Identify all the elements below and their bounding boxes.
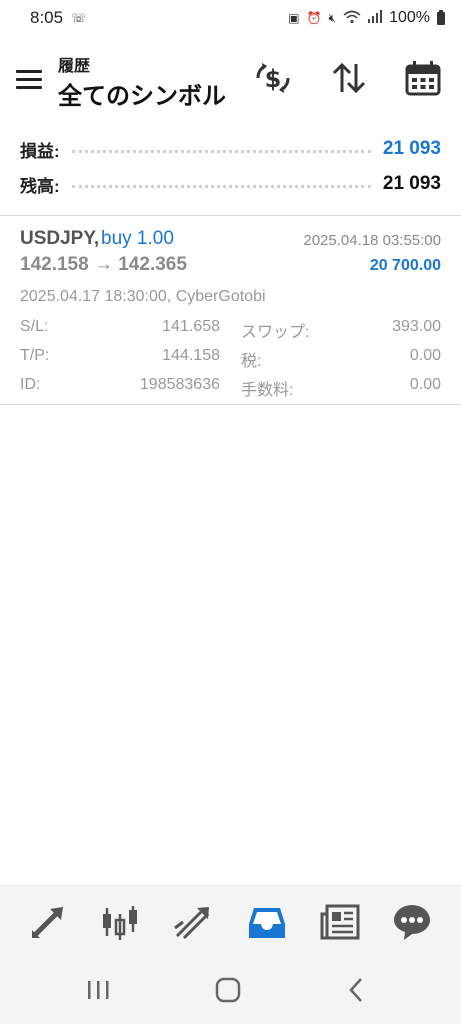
id-label: ID: bbox=[20, 376, 41, 393]
status-bar: 8:05 ☏ ▣ ⏰ 🔇︎ 100% bbox=[0, 0, 461, 36]
profit-label: 損益: bbox=[20, 141, 60, 161]
balance-value: 21 093 bbox=[382, 173, 441, 194]
app-header: 履歴 全てのシンボル $ bbox=[0, 36, 461, 126]
balance-row: 残高: 21 093 bbox=[20, 169, 441, 199]
wifi-call-icon: ☏ bbox=[71, 11, 87, 25]
sl-label: S/L: bbox=[20, 318, 49, 335]
divider bbox=[0, 404, 461, 405]
trade-history-item[interactable]: USDJPY, buy 1.00 2025.04.18 03:55:00 142… bbox=[0, 216, 461, 404]
header-subtitle: 履歴 bbox=[58, 58, 91, 75]
swap-value: 393.00 bbox=[392, 318, 441, 335]
tax-label: 税: bbox=[241, 353, 262, 370]
back-button[interactable] bbox=[337, 973, 377, 1007]
tp-value: 144.158 bbox=[162, 347, 220, 364]
trade-type: buy 1.00 bbox=[101, 228, 174, 249]
quotes-arrows-icon bbox=[32, 907, 63, 938]
status-icons: ▣ ⏰ 🔇︎ 100% bbox=[288, 9, 445, 27]
fee-value: 0.00 bbox=[409, 376, 441, 393]
news-icon bbox=[320, 904, 360, 940]
recent-apps-button[interactable] bbox=[78, 973, 118, 1007]
balance-label: 残高: bbox=[20, 176, 60, 196]
currency-exchange-icon[interactable]: $ bbox=[253, 58, 293, 98]
symbol-filter-title[interactable]: 全てのシンボル bbox=[58, 76, 226, 111]
chat-icon bbox=[394, 905, 430, 940]
tp-label: T/P: bbox=[20, 347, 50, 364]
svg-text:$: $ bbox=[265, 65, 282, 93]
trade-close-time: 2025.04.18 03:55:00 bbox=[303, 232, 441, 249]
calendar-icon[interactable] bbox=[403, 58, 443, 98]
history-inbox-icon bbox=[249, 908, 285, 938]
signal-icon bbox=[368, 10, 383, 26]
dotted-leader bbox=[71, 184, 371, 188]
status-time: 8:05 bbox=[30, 8, 64, 27]
back-icon bbox=[349, 978, 362, 1002]
system-nav-bar bbox=[0, 955, 461, 1024]
home-button[interactable] bbox=[208, 973, 248, 1007]
candlestick-chart-icon bbox=[103, 906, 137, 940]
tab-quotes[interactable] bbox=[26, 900, 70, 944]
wifi-icon bbox=[343, 10, 361, 27]
battery-percent: 100% bbox=[389, 9, 430, 26]
app-notification-icon: ▣ bbox=[288, 11, 300, 25]
tab-history[interactable] bbox=[245, 900, 289, 944]
tab-chat[interactable] bbox=[390, 900, 434, 944]
trade-icon bbox=[174, 907, 210, 940]
home-icon bbox=[215, 977, 241, 1003]
dotted-leader bbox=[71, 149, 371, 153]
sort-icon[interactable] bbox=[329, 58, 369, 98]
alarm-icon: ⏰ bbox=[306, 11, 322, 25]
recent-apps-icon bbox=[88, 981, 109, 999]
mute-icon: 🔇︎ bbox=[328, 10, 337, 25]
tax-value: 0.00 bbox=[409, 347, 441, 364]
sl-value: 141.658 bbox=[162, 318, 220, 335]
tab-chart[interactable] bbox=[98, 900, 142, 944]
swap-label: スワップ: bbox=[241, 324, 310, 341]
profit-row: 損益: 21 093 bbox=[20, 134, 441, 164]
tab-news[interactable] bbox=[318, 900, 362, 944]
id-value: 198583636 bbox=[139, 376, 220, 393]
battery-icon bbox=[437, 9, 445, 25]
bottom-tab-bar bbox=[0, 885, 461, 955]
trade-profit: 20 700.00 bbox=[369, 257, 441, 274]
profit-value: 21 093 bbox=[382, 138, 441, 159]
fee-label: 手数料: bbox=[241, 382, 294, 399]
trade-open-info: 2025.04.17 18:30:00, CyberGotobi bbox=[20, 288, 266, 305]
account-summary: 損益: 21 093 残高: 21 093 bbox=[0, 130, 461, 215]
trade-symbol: USDJPY, bbox=[20, 228, 100, 249]
menu-icon[interactable] bbox=[16, 70, 42, 90]
tab-trade[interactable] bbox=[171, 900, 215, 944]
trade-prices: 142.158 → 142.365 bbox=[20, 254, 187, 275]
